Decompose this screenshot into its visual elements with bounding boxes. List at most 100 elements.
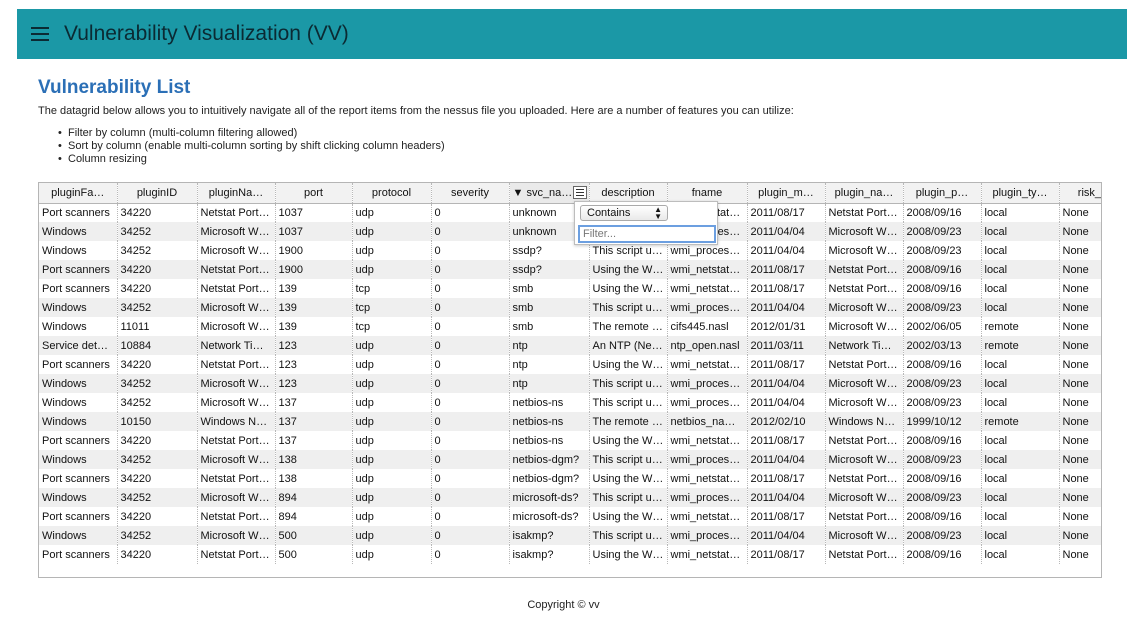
table-row[interactable]: Windows 34252 Microsoft Wi… 500 udp 0 isakmp? T… — [39, 526, 1101, 545]
column-header[interactable]: risk_fa — [1059, 183, 1101, 204]
table-cell: None — [1059, 203, 1101, 222]
column-header[interactable]: protocol — [352, 183, 432, 204]
table-cell: 0 — [431, 431, 510, 450]
table-cell: netbios-dgm? — [509, 450, 590, 469]
table-cell: netbios-ns — [509, 412, 590, 431]
column-header[interactable]: plugin_na… — [825, 183, 904, 204]
table-cell: local — [981, 203, 1060, 222]
table-cell: wmi_process… — [667, 488, 748, 507]
table-row[interactable]: Windows 10150 Windows Ne… 137 udp 0 netbios-ns… — [39, 412, 1101, 431]
table-row[interactable]: Windows 34252 Microsoft Wi… 1037 udp 0 unknown… — [39, 222, 1101, 241]
table-cell: wmi_process… — [667, 526, 748, 545]
table-cell: None — [1059, 241, 1101, 260]
table-cell: 2008/09/23 — [903, 374, 982, 393]
table-cell: 2002/06/05 — [903, 317, 982, 336]
table-cell: 0 — [431, 488, 510, 507]
table-cell: udp — [352, 374, 432, 393]
vulnerability-datagrid: pluginFa… pluginID pluginNa… port protocol se… — [38, 182, 1102, 578]
table-row[interactable]: Windows 34252 Microsoft Wi… 137 udp 0 netbios-… — [39, 393, 1101, 412]
table-cell: Port scanners — [39, 545, 118, 564]
table-cell: None — [1059, 260, 1101, 279]
table-cell: 2008/09/16 — [903, 469, 982, 488]
table-row[interactable]: Port scanners 34220 Netstat Ports… 1900 udp 0… — [39, 260, 1101, 279]
table-row[interactable]: Windows 34252 Microsoft Wi… 1900 udp 0 ssdp? Th… — [39, 241, 1101, 260]
table-cell: 34252 — [117, 222, 198, 241]
column-header[interactable]: pluginID — [117, 183, 198, 204]
table-cell: None — [1059, 488, 1101, 507]
feature-item: Column resizing — [58, 153, 445, 166]
table-cell: Windows — [39, 298, 118, 317]
filter-text-input[interactable]: Filter... — [578, 225, 716, 243]
table-cell: smb — [509, 298, 590, 317]
table-cell: 2011/04/04 — [747, 393, 826, 412]
table-row[interactable]: Windows 11011 Microsoft Wi… 139 tcp 0 smb The r… — [39, 317, 1101, 336]
table-cell: 138 — [275, 450, 353, 469]
table-cell: 34220 — [117, 203, 198, 222]
table-cell: 1037 — [275, 203, 353, 222]
table-cell: 2008/09/23 — [903, 450, 982, 469]
table-row[interactable]: Port scanners 34220 Netstat Ports… 500 udp 0 i… — [39, 545, 1101, 564]
column-menu-icon[interactable] — [572, 186, 587, 199]
table-cell: 2008/09/23 — [903, 241, 982, 260]
table-cell: None — [1059, 507, 1101, 526]
hamburger-menu-icon[interactable] — [31, 27, 49, 41]
table-row[interactable]: Windows 34252 Microsoft Wi… 139 tcp 0 smb This … — [39, 298, 1101, 317]
table-cell: Netstat Ports… — [197, 355, 276, 374]
table-cell: local — [981, 241, 1060, 260]
column-header-label: port — [304, 186, 323, 199]
table-cell: 0 — [431, 298, 510, 317]
table-row[interactable]: Port scanners 34220 Netstat Ports… 1037 udp 0… — [39, 203, 1101, 222]
table-row[interactable]: Service dete… 10884 Network Tim… 123 udp 0 ntp… — [39, 336, 1101, 355]
table-cell: udp — [352, 355, 432, 374]
table-cell: netbios_nam… — [667, 412, 748, 431]
column-header[interactable]: plugin_m… — [747, 183, 826, 204]
column-header[interactable]: ▼ svc_na… — [509, 183, 590, 204]
table-row[interactable]: Port scanners 34220 Netstat Ports… 123 udp 0 n… — [39, 355, 1101, 374]
column-header[interactable]: fname — [667, 183, 748, 204]
filter-operator-select[interactable]: Contains ▲ ▼ — [580, 205, 668, 221]
table-cell: 500 — [275, 545, 353, 564]
table-row[interactable]: Windows 34252 Microsoft Wi… 123 udp 0 ntp This … — [39, 374, 1101, 393]
table-row[interactable]: Windows 34252 Microsoft Wi… 138 udp 0 netbios-… — [39, 450, 1101, 469]
table-cell: Microsoft Wi… — [197, 317, 276, 336]
table-row[interactable]: Port scanners 34220 Netstat Ports… 138 udp 0 n… — [39, 469, 1101, 488]
table-cell: 1037 — [275, 222, 353, 241]
table-cell: 0 — [431, 545, 510, 564]
table-cell: 11011 — [117, 317, 198, 336]
table-cell: local — [981, 355, 1060, 374]
table-row[interactable]: Windows 34252 Microsoft Wi… 894 udp 0 microsof… — [39, 488, 1101, 507]
table-cell: Netstat Ports… — [825, 431, 904, 450]
table-cell: Netstat Ports… — [825, 545, 904, 564]
table-cell: Port scanners — [39, 203, 118, 222]
column-header[interactable]: plugin_p… — [903, 183, 982, 204]
table-cell: Microsoft Wi… — [197, 488, 276, 507]
table-cell: wmi_netstat… — [667, 469, 748, 488]
table-cell: cifs445.nasl — [667, 317, 748, 336]
table-row[interactable]: Port scanners 34220 Netstat Ports… 137 udp 0 n… — [39, 431, 1101, 450]
table-cell: 139 — [275, 279, 353, 298]
table-cell: local — [981, 279, 1060, 298]
table-cell: 2008/09/16 — [903, 203, 982, 222]
column-header[interactable]: description — [589, 183, 668, 204]
column-header[interactable]: pluginNa… — [197, 183, 276, 204]
table-cell: None — [1059, 545, 1101, 564]
table-cell: udp — [352, 545, 432, 564]
table-cell: 0 — [431, 317, 510, 336]
column-header-label: pluginNa… — [208, 186, 264, 199]
table-cell: udp — [352, 469, 432, 488]
column-header[interactable]: port — [275, 183, 353, 204]
table-cell: 0 — [431, 203, 510, 222]
column-header[interactable]: severity — [431, 183, 510, 204]
column-header[interactable]: plugin_ty… — [981, 183, 1060, 204]
column-header[interactable]: pluginFa… — [39, 183, 118, 204]
table-cell: 10150 — [117, 412, 198, 431]
page-title: Vulnerability List — [38, 77, 191, 98]
table-row[interactable]: Port scanners 34220 Netstat Ports… 894 udp 0 m… — [39, 507, 1101, 526]
table-cell: The remote h… — [589, 412, 668, 431]
table-cell: udp — [352, 393, 432, 412]
table-row[interactable]: Port scanners 34220 Netstat Ports… 139 tcp 0 s… — [39, 279, 1101, 298]
table-cell: ssdp? — [509, 260, 590, 279]
table-cell: Port scanners — [39, 469, 118, 488]
table-cell: None — [1059, 469, 1101, 488]
select-arrows-icon: ▲ ▼ — [654, 205, 662, 221]
